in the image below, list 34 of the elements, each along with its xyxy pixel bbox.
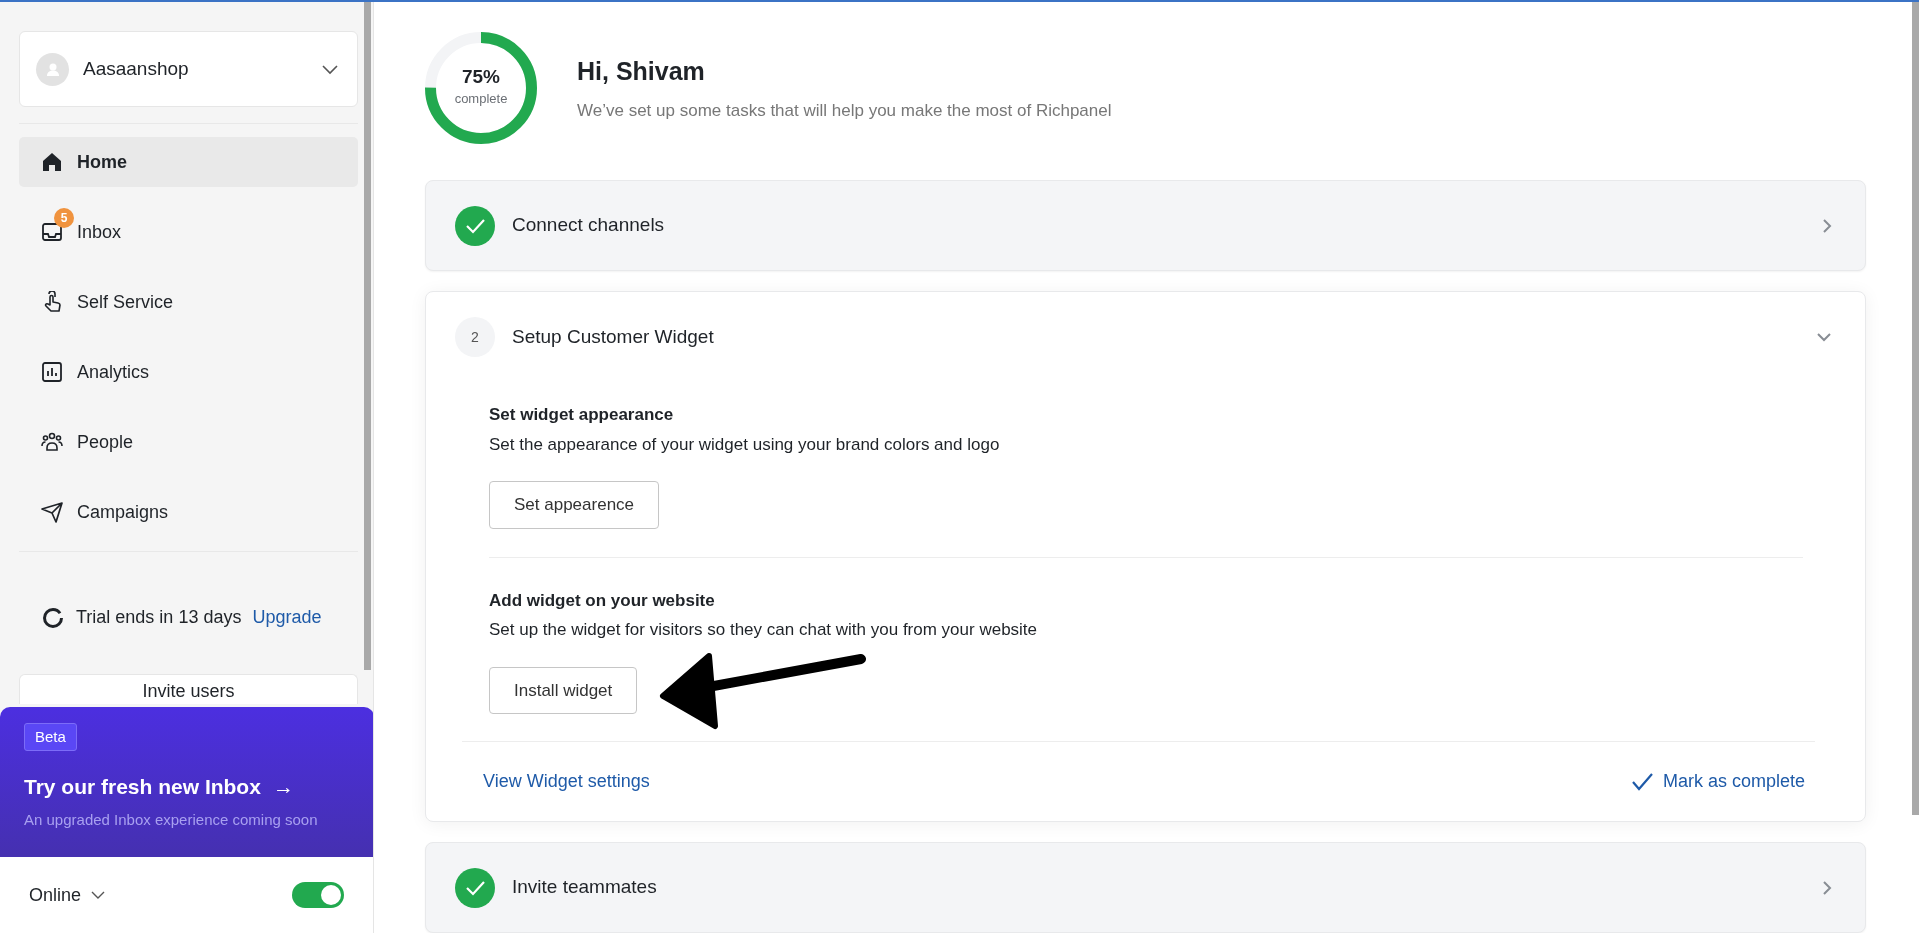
promo-banner[interactable]: Beta Try our fresh new Inbox → An upgraded Inbox experience coming soon — [0, 706, 373, 857]
step-button[interactable]: Set appearence — [489, 481, 660, 529]
step-title: Add widget on your website — [489, 589, 716, 612]
nav-item[interactable]: Analytics — [19, 347, 358, 397]
step-title: Set widget appearance — [489, 404, 675, 426]
account-name: Aasaanshop — [83, 56, 189, 81]
step-button[interactable]: Install widget — [489, 666, 638, 714]
nav-item[interactable]: Campaigns — [19, 487, 358, 537]
beta-tag: Beta — [24, 722, 77, 751]
status-dropdown[interactable]: Online — [29, 881, 82, 909]
task-title: Setup Customer Widget — [512, 324, 714, 349]
step-description: Set the appearance of your widget using your brand colors and logo — [489, 433, 1001, 456]
arrow-glyph: → — [272, 774, 294, 800]
promo-subtitle: An upgraded Inbox experience coming soon — [24, 809, 319, 830]
greeting-title: Hi, Shivam — [577, 55, 706, 87]
promo-title: Try our fresh new Inbox — [24, 774, 261, 800]
nav-item[interactable]: Self Service — [19, 277, 358, 327]
mark-complete-link[interactable]: Mark as complete — [1631, 768, 1805, 795]
step-description: Set up the widget for visitors so they can chat with you from your website — [489, 619, 1039, 641]
settings-link[interactable]: View Widget settings — [483, 768, 650, 795]
invite-users-button[interactable]: Invite users — [19, 674, 358, 704]
account-switcher[interactable]: Aasaanshop — [19, 31, 358, 107]
nav-item[interactable]: Home — [19, 137, 358, 187]
nav-item[interactable]: 5 Inbox — [19, 207, 358, 257]
progress-percent: 75% — [462, 67, 500, 87]
nav-item[interactable]: People — [19, 417, 358, 467]
greeting-subtitle: We’ve set up some tasks that will help you make the most of Richpanel — [577, 100, 1112, 122]
progress-caption: complete — [454, 90, 508, 109]
trial-text: Trial ends in 13 days — [76, 606, 242, 629]
step-number: 2 — [455, 317, 495, 357]
count-badge: 5 — [54, 208, 74, 228]
upgrade-link[interactable]: Upgrade — [252, 604, 322, 631]
task-title: Connect channels — [512, 213, 665, 238]
task-title: Invite teammates — [512, 875, 657, 900]
